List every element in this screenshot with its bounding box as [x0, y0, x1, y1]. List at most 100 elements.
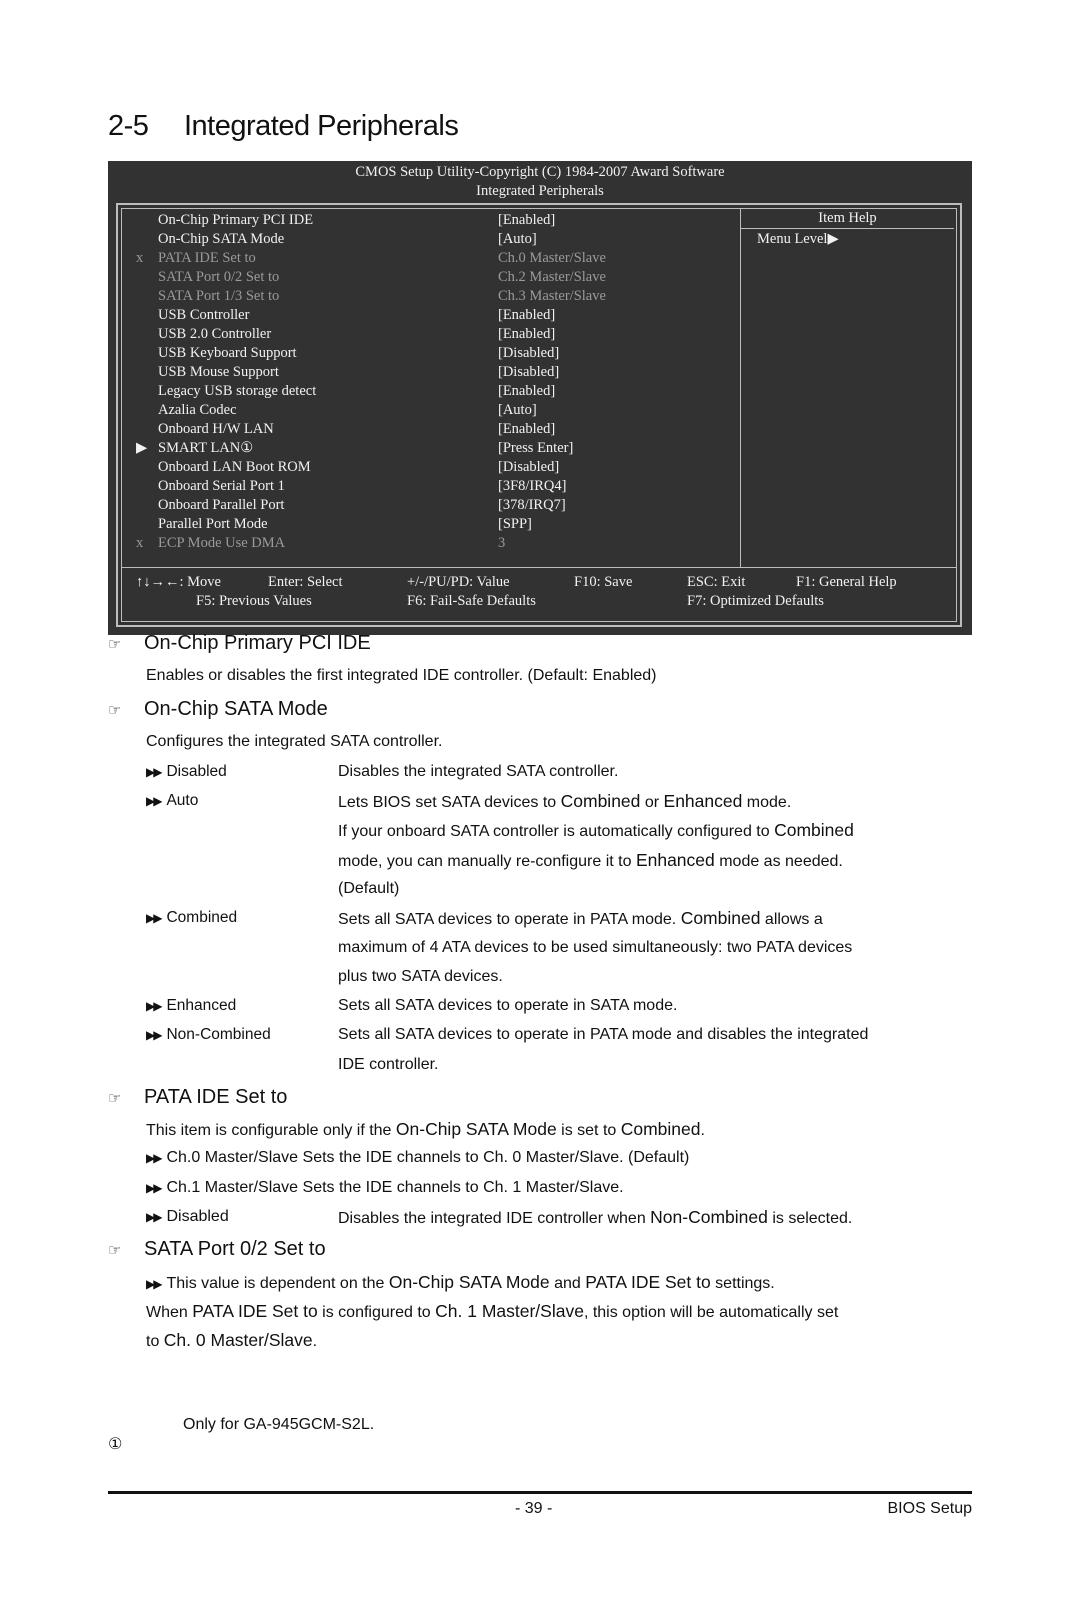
option-desc: maximum of 4 ATA devices to be used simu… — [338, 939, 853, 956]
section-pata-ide: ☞ PATA IDE Set to — [108, 1086, 287, 1109]
option-desc: Sets all SATA devices to operate in SATA… — [338, 997, 678, 1014]
option-desc: (Default) — [338, 880, 400, 897]
option-desc: plus two SATA devices. — [338, 968, 503, 985]
bios-setting-row: x ECP Mode Use DMA 3 — [122, 534, 738, 553]
section-desc: to Ch. 0 Master/Slave. — [146, 1330, 318, 1350]
option-desc: Lets BIOS set SATA devices to Combined o… — [338, 791, 792, 811]
key-value: +/-/PU/PD: Value — [407, 574, 510, 590]
setting-name: USB Controller — [158, 307, 250, 323]
bios-setting-row[interactable]: Legacy USB storage detect [Enabled] — [122, 382, 738, 401]
setting-value[interactable]: [Enabled] — [498, 382, 555, 401]
setting-value[interactable]: [Auto] — [498, 401, 537, 420]
setting-value[interactable]: [Disabled] — [498, 344, 559, 363]
double-arrow-icon: ▶▶ — [146, 1028, 163, 1042]
bios-setting-row[interactable]: USB Controller [Enabled] — [122, 306, 738, 325]
setting-value[interactable]: [Auto] — [498, 230, 537, 249]
bios-setting-row[interactable]: Onboard Parallel Port [378/IRQ7] — [122, 496, 738, 515]
bios-setting-row[interactable]: Onboard LAN Boot ROM [Disabled] — [122, 458, 738, 477]
setting-name: SATA Port 0/2 Set to — [158, 269, 280, 285]
footer-rule — [108, 1491, 972, 1494]
setting-name: On-Chip SATA Mode — [158, 231, 285, 247]
option-desc: If your onboard SATA controller is autom… — [338, 820, 854, 840]
double-arrow-icon: ▶▶ — [146, 794, 163, 808]
setting-name: PATA IDE Set to — [158, 250, 256, 266]
setting-name: USB Mouse Support — [158, 364, 279, 380]
bios-setting-row[interactable]: Azalia Codec [Auto] — [122, 401, 738, 420]
setting-name: SMART LAN① — [158, 440, 254, 456]
bios-setting-row[interactable]: ▶ SMART LAN① [Press Enter] — [122, 439, 738, 458]
option-desc: IDE controller. — [338, 1056, 439, 1073]
footnote-marker: ① — [108, 1436, 123, 1453]
bios-header: CMOS Setup Utility-Copyright (C) 1984-20… — [108, 161, 972, 201]
bios-setting-row: SATA Port 1/3 Set to Ch.3 Master/Slave — [122, 287, 738, 306]
bios-setting-row[interactable]: Onboard Serial Port 1 [3F8/IRQ4] — [122, 477, 738, 496]
setting-name: USB Keyboard Support — [158, 345, 297, 361]
double-arrow-icon: ▶▶ — [146, 999, 163, 1013]
double-arrow-icon: ▶▶ — [146, 765, 163, 779]
pointing-hand-icon: ☞ — [108, 1241, 122, 1259]
key-previous-values: F5: Previous Values — [196, 593, 312, 609]
key-exit: ESC: Exit — [687, 574, 746, 590]
bios-setting-row[interactable]: On-Chip Primary PCI IDE [Enabled] — [122, 211, 738, 230]
setting-value: Ch.0 Master/Slave — [498, 250, 606, 266]
key-save: F10: Save — [574, 574, 633, 590]
setting-value[interactable]: [Disabled] — [498, 458, 559, 477]
bios-setting-row[interactable]: USB 2.0 Controller [Enabled] — [122, 325, 738, 344]
setting-name: USB 2.0 Controller — [158, 326, 272, 342]
setting-value[interactable]: [SPP] — [498, 515, 532, 534]
option-label: ▶▶ Disabled — [146, 1208, 229, 1225]
key-failsafe-defaults: F6: Fail-Safe Defaults — [407, 593, 536, 609]
section-desc: This item is configurable only if the On… — [146, 1119, 705, 1139]
submenu-arrow-icon: ▶ — [136, 440, 148, 456]
section-title: Integrated Peripherals — [184, 110, 459, 142]
key-optimized-defaults: F7: Optimized Defaults — [687, 593, 824, 609]
setting-value[interactable]: [Enabled] — [498, 420, 555, 439]
setting-name: ECP Mode Use DMA — [158, 535, 286, 551]
section-desc: Configures the integrated SATA controlle… — [146, 733, 443, 750]
footnote-text: Only for GA-945GCM-S2L. — [183, 1416, 375, 1433]
setting-value[interactable]: [Press Enter] — [498, 439, 573, 458]
pointing-hand-icon: ☞ — [108, 1089, 122, 1107]
bios-screen: CMOS Setup Utility-Copyright (C) 1984-20… — [108, 161, 972, 635]
item-help-title: Item Help — [741, 209, 954, 229]
setting-value[interactable]: [Enabled] — [498, 325, 555, 344]
bios-setting-row: x PATA IDE Set to Ch.0 Master/Slave — [122, 249, 738, 268]
bios-menu-title: Integrated Peripherals — [476, 183, 604, 199]
setting-name: Parallel Port Mode — [158, 516, 268, 532]
section-desc: ▶▶ This value is dependent on the On-Chip… — [146, 1272, 775, 1292]
option-desc: Sets all SATA devices to operate in PATA… — [338, 908, 823, 928]
page-number: - 39 - — [515, 1500, 553, 1517]
option-label: ▶▶ Combined — [146, 909, 238, 926]
setting-value: Ch.2 Master/Slave — [498, 269, 606, 285]
double-arrow-icon: ▶▶ — [146, 1277, 163, 1291]
setting-value: Ch.3 Master/Slave — [498, 288, 606, 304]
page-title: 2-5 Integrated Peripherals — [108, 110, 459, 143]
double-arrow-icon: ▶▶ — [146, 1151, 163, 1165]
setting-name: Legacy USB storage detect — [158, 383, 317, 399]
bios-copyright: CMOS Setup Utility-Copyright (C) 1984-20… — [355, 164, 725, 180]
setting-value[interactable]: [3F8/IRQ4] — [498, 477, 566, 496]
option-desc: mode, you can manually re-configure it t… — [338, 850, 843, 870]
option-label: ▶▶ Auto — [146, 792, 199, 809]
setting-value[interactable]: [378/IRQ7] — [498, 496, 566, 515]
section-heading: PATA IDE Set to — [144, 1086, 288, 1108]
bios-setting-row[interactable]: Parallel Port Mode [SPP] — [122, 515, 738, 534]
setting-value[interactable]: [Disabled] — [498, 363, 559, 382]
key-help: F1: General Help — [796, 574, 897, 590]
bios-setting-row[interactable]: On-Chip SATA Mode [Auto] — [122, 230, 738, 249]
bios-setting-row[interactable]: USB Keyboard Support [Disabled] — [122, 344, 738, 363]
setting-value[interactable]: [Enabled] — [498, 306, 555, 325]
setting-name: Azalia Codec — [158, 402, 237, 418]
setting-value[interactable]: [Enabled] — [498, 211, 555, 230]
double-arrow-icon: ▶▶ — [146, 1181, 163, 1195]
bios-frame: On-Chip Primary PCI IDE [Enabled] On-Chip … — [116, 203, 962, 627]
setting-value: 3 — [498, 535, 506, 551]
item-help-panel: Item Help Menu Level▶ — [741, 209, 956, 249]
section-desc: When PATA IDE Set to is configured to Ch… — [146, 1301, 839, 1321]
double-arrow-icon: ▶▶ — [146, 1210, 163, 1224]
bios-setting-row[interactable]: Onboard H/W LAN [Enabled] — [122, 420, 738, 439]
bios-setting-row[interactable]: USB Mouse Support [Disabled] — [122, 363, 738, 382]
disabled-mark: x — [136, 250, 144, 266]
setting-name: SATA Port 1/3 Set to — [158, 288, 280, 304]
chapter-name: BIOS Setup — [887, 1500, 973, 1517]
